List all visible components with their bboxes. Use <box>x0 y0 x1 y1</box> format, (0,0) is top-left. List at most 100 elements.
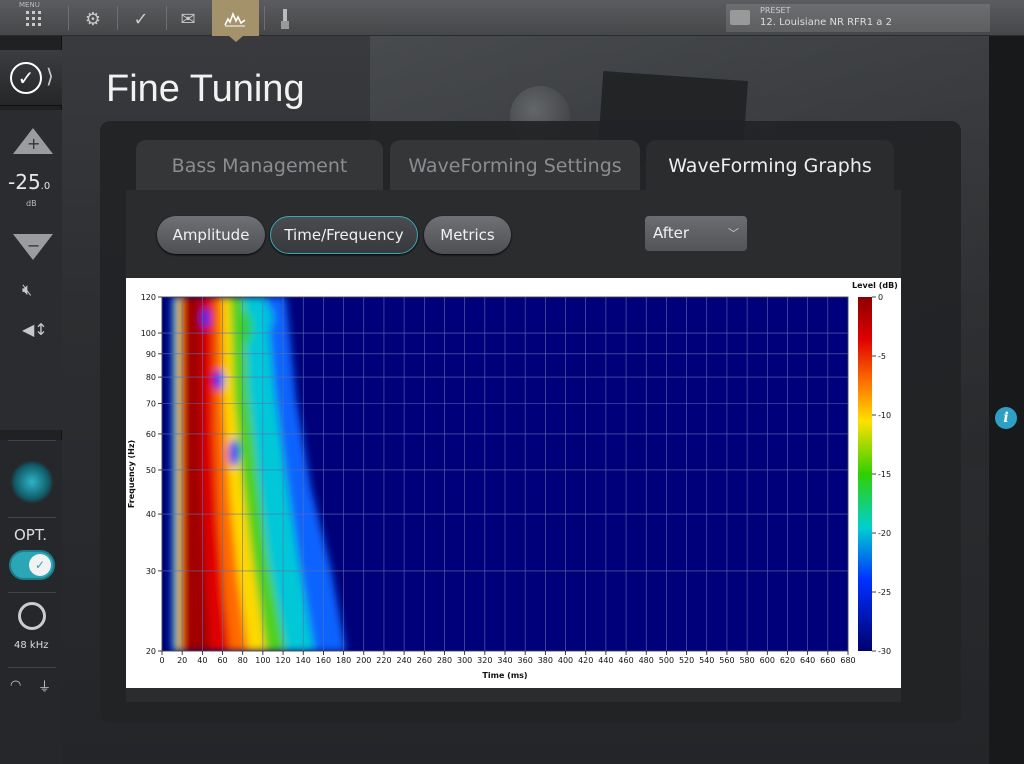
y-tick-label: 50 <box>146 466 156 475</box>
info-icon[interactable]: i <box>995 407 1017 429</box>
x-tick-label: 320 <box>477 656 492 665</box>
x-tick-label: 580 <box>739 656 754 665</box>
x-tick-label: 660 <box>820 656 835 665</box>
waveform-icon[interactable] <box>222 6 248 32</box>
wifi-icon: ◠ <box>10 678 22 693</box>
x-tick-label: 560 <box>719 656 734 665</box>
grid-icon[interactable] <box>21 6 47 32</box>
chevron-right-icon: ⟩ <box>46 64 54 88</box>
volume-panel <box>0 110 62 430</box>
audio-cable-icon[interactable] <box>272 6 298 32</box>
logo-check-icon: ✓ <box>10 62 42 94</box>
y-tick-label: 70 <box>146 399 156 408</box>
x-tick-label: 480 <box>639 656 654 665</box>
x-tick-label: 20 <box>177 656 187 665</box>
optical-input-icon[interactable] <box>10 460 54 504</box>
y-tick-label: 100 <box>141 329 156 338</box>
colorbar-tick-label: -10 <box>878 411 891 420</box>
x-tick-label: 500 <box>659 656 674 665</box>
x-tick-label: 540 <box>699 656 714 665</box>
input-label: OPT. <box>14 526 48 544</box>
separator <box>117 6 118 30</box>
x-tick-label: 640 <box>800 656 815 665</box>
x-tick-label: 620 <box>780 656 795 665</box>
x-tick-label: 600 <box>760 656 775 665</box>
trigger-icon: ⏚ <box>38 680 52 695</box>
top-bar: MENU ⚙ ✓ ✉ PRESET 12. Louisiane NR RFR1 … <box>0 0 1024 42</box>
x-tick-label: 120 <box>275 656 290 665</box>
y-axis-title: Frequency (Hz) <box>127 440 136 508</box>
volume-readout: -25.0 <box>8 170 51 194</box>
tab-bass-management[interactable]: Bass Management <box>136 140 383 192</box>
before-after-select[interactable]: After ﹀ <box>645 216 747 251</box>
sample-rate-icon <box>18 602 46 630</box>
volume-up-button[interactable]: + <box>13 128 53 154</box>
x-tick-label: 360 <box>518 656 533 665</box>
check-icon[interactable]: ✓ <box>128 6 154 32</box>
divider <box>8 592 56 593</box>
colorbar-tick-label: -25 <box>878 588 891 597</box>
divider <box>8 667 56 668</box>
x-axis: 0 20 40 60 80 100 120 140 160 180 200 220 240 260 280 3… <box>159 651 856 665</box>
x-tick-label: 280 <box>437 656 452 665</box>
x-tick-label: 380 <box>538 656 553 665</box>
x-tick-label: 440 <box>598 656 613 665</box>
settings-icon[interactable]: ⚙ <box>80 6 106 32</box>
x-tick-label: 680 <box>840 656 855 665</box>
x-tick-label: 300 <box>457 656 472 665</box>
sample-rate-value: 48 kHz <box>14 640 49 651</box>
preset-selector[interactable]: PRESET 12. Louisiane NR RFR1 a 2 <box>726 4 990 32</box>
metrics-button[interactable]: Metrics <box>424 216 511 254</box>
colorbar-tick-label: -30 <box>878 647 891 656</box>
input-toggle[interactable]: ✓ <box>9 550 55 580</box>
time-frequency-button[interactable]: Time/Frequency <box>270 216 418 254</box>
x-tick-label: 60 <box>217 656 227 665</box>
select-value: After <box>653 224 690 242</box>
x-tick-label: 260 <box>417 656 432 665</box>
chart-svg: Level (dB) 0-5-10-15-20-25-30 0 20 40 60 80 1… <box>127 281 898 680</box>
colorbar-tick-label: -15 <box>878 470 891 479</box>
colorbar-tick-label: 0 <box>878 293 883 302</box>
x-tick-label: 160 <box>316 656 331 665</box>
folder-icon <box>730 10 750 25</box>
x-tick-label: 400 <box>558 656 573 665</box>
x-axis-title: Time (ms) <box>482 671 527 680</box>
brand-logo[interactable]: ✓ ⟩ <box>0 50 62 106</box>
y-tick-label: 60 <box>146 430 156 439</box>
x-tick-label: 220 <box>376 656 391 665</box>
y-tick-label: 80 <box>146 373 156 382</box>
x-tick-label: 240 <box>396 656 411 665</box>
y-axis: 20 30 40 50 60 70 80 90 100 120 <box>141 293 162 656</box>
colorbar-tick-label: -20 <box>878 529 891 538</box>
colorbar <box>858 297 872 651</box>
y-tick-label: 20 <box>146 647 156 656</box>
volume-unit: dB <box>26 199 37 208</box>
x-tick-label: 100 <box>255 656 270 665</box>
x-tick-label: 460 <box>618 656 633 665</box>
x-tick-label: 340 <box>497 656 512 665</box>
colorbar-ticks: 0 -5 -10 -15 -20 -25 -30 <box>872 293 891 656</box>
y-tick-label: 90 <box>146 350 156 359</box>
x-tick-label: 180 <box>336 656 351 665</box>
divider <box>8 440 56 441</box>
time-frequency-chart: Level (dB) 0 -5 -10 -15 -20 -25 -30 0 20 40 60 80 1… <box>126 278 901 688</box>
mail-icon[interactable]: ✉ <box>175 6 201 32</box>
divider <box>8 517 56 518</box>
mute-icon[interactable]: 🔇︎ <box>22 280 32 300</box>
preset-value: 12. Louisiane NR RFR1 a 2 <box>760 17 892 28</box>
lip-sync-icon[interactable]: ◀↕ <box>22 320 48 339</box>
x-tick-label: 140 <box>296 656 311 665</box>
tab-waveforming-settings[interactable]: WaveForming Settings <box>390 140 640 192</box>
colorbar-label: Level (dB) <box>852 281 898 290</box>
y-tick-label: 30 <box>146 567 156 576</box>
x-tick-label: 520 <box>679 656 694 665</box>
separator <box>68 6 69 30</box>
tab-waveforming-graphs[interactable]: WaveForming Graphs <box>646 140 894 192</box>
chevron-down-icon: ﹀ <box>728 227 739 240</box>
x-tick-label: 0 <box>159 656 164 665</box>
amplitude-button[interactable]: Amplitude <box>157 216 265 254</box>
volume-down-button[interactable]: − <box>13 234 53 260</box>
y-tick-label: 40 <box>146 510 156 519</box>
preset-label: PRESET <box>760 6 791 15</box>
app-root: { "topbar": { "menu_label": "MENU", "ico… <box>0 0 1024 764</box>
